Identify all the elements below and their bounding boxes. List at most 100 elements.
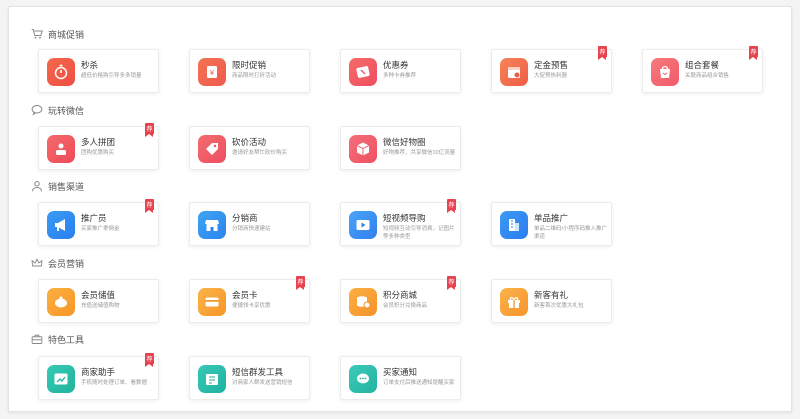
tool-card-title: 短视频导购	[383, 213, 426, 223]
coins-icon	[349, 288, 377, 316]
tool-card-title: 推广员	[81, 213, 107, 223]
sms-icon	[198, 365, 226, 393]
tool-card-title: 砍价活动	[232, 137, 267, 147]
section-title: 销售渠道	[31, 179, 84, 193]
tool-card[interactable]: 短视频导购短视频互动引导消费，记图片等多种类型 荐	[340, 199, 461, 246]
stopwatch-icon	[47, 58, 75, 86]
tool-card[interactable]: 短信群发工具对商家人群发送营销短信	[189, 356, 310, 400]
recommend-badge: 荐	[598, 46, 607, 60]
user-icon	[31, 180, 43, 192]
tool-card-description: 新客首次优惠大礼包	[534, 303, 584, 309]
tool-card[interactable]: ¥ 限时促销 商品限时打折活动	[189, 49, 310, 93]
section-title-text: 特色工具	[48, 334, 85, 345]
tool-card-title: 组合套餐	[685, 60, 720, 70]
tool-card-title: 微信好物圈	[383, 137, 426, 147]
bag-icon	[651, 58, 679, 86]
tool-card-description: 便捷领卡享优惠	[232, 303, 271, 309]
tool-card[interactable]: 定金预售大促预热利器 荐	[491, 46, 612, 93]
section-title: 会员营销	[31, 256, 84, 270]
tool-card-description: 邀请好友帮忙砍价购买	[232, 150, 288, 156]
calendar-icon	[500, 58, 528, 86]
tool-card-description: 订单支付后推送通知提醒买家	[383, 380, 455, 386]
group-user-icon	[47, 135, 75, 163]
tool-card[interactable]: 会员卡便捷领卡享优惠 荐	[189, 276, 310, 323]
cart-icon	[31, 28, 43, 40]
gift-icon	[500, 288, 528, 316]
section-title-text: 会员营销	[48, 258, 85, 269]
discount-tag-icon: ¥	[198, 58, 226, 86]
recommend-badge: 荐	[145, 353, 154, 367]
tool-card-description: 会员积分兑换商品	[383, 303, 428, 309]
tool-card-title: 多人拼团	[81, 137, 116, 147]
tool-card[interactable]: 积分商城会员积分兑换商品 荐	[340, 276, 461, 323]
tool-card-title: 单品推广	[534, 213, 569, 223]
tool-card-description: 超低价格购引导多多销量	[81, 73, 142, 79]
tool-card-description: 团购优惠购买	[81, 150, 115, 156]
tool-card-description: 手机随时处理订单、看数据	[81, 380, 148, 386]
tool-card[interactable]: 秒杀超低价格购引导多多销量	[38, 49, 159, 93]
tool-card-title: 定金预售	[534, 60, 569, 70]
bargain-tag-icon	[198, 135, 226, 163]
chat-icon	[31, 104, 43, 116]
tool-card-description: 短视频互动引导消费，记图片等多种类型	[383, 226, 455, 240]
chart-board-icon	[47, 365, 75, 393]
tool-card-description: 充值送储值购物	[81, 303, 120, 309]
tool-card[interactable]: 分销商分销商快速建站	[189, 202, 310, 246]
section-title: 特色工具	[31, 332, 84, 346]
tool-card-title: 新客有礼	[534, 290, 569, 300]
tool-card-title: 买家通知	[383, 367, 418, 377]
section-title-text: 玩转微信	[48, 105, 85, 116]
tool-card-title: 积分商城	[383, 290, 418, 300]
tool-card-title: 优惠券	[383, 60, 409, 70]
svg-text:¥: ¥	[210, 69, 215, 77]
tool-card-description: 买家推广拿佣金	[81, 226, 120, 232]
section-title-text: 销售渠道	[48, 181, 85, 192]
tool-card-title: 商家助手	[81, 367, 116, 377]
marketing-tools-panel: 商城促销 秒杀 超低价格购引导多多销量 ¥ 限时促销 商品限时打折活动 优惠券 多种卡券推荐定…	[8, 6, 792, 412]
recommend-badge: 荐	[447, 199, 456, 213]
section-title: 玩转微信	[31, 103, 84, 117]
tool-card-description: 大促预热利器	[534, 73, 568, 79]
recommend-badge: 荐	[749, 46, 758, 60]
store-icon	[198, 211, 226, 239]
tool-card[interactable]: 优惠券 多种卡券推荐	[340, 49, 461, 93]
cube-icon	[349, 135, 377, 163]
section-title-text: 商城促销	[48, 29, 85, 40]
tool-card-description: 分销商快速建站	[232, 226, 271, 232]
recommend-badge: 荐	[447, 276, 456, 290]
tool-card[interactable]: 多人拼团团购优惠购买 荐	[38, 123, 159, 170]
building-icon	[500, 211, 528, 239]
tool-card-description: 关联商品组合销售	[685, 73, 730, 79]
tool-card-description: 多种卡券推荐	[383, 73, 417, 79]
crown-icon	[31, 257, 43, 269]
tool-card[interactable]: 新客有礼新客首次优惠大礼包	[491, 279, 612, 323]
tool-card[interactable]: 微信好物圈好物推荐，共享微信10亿流量	[340, 126, 461, 170]
video-icon	[349, 211, 377, 239]
tool-card-title: 秒杀	[81, 60, 99, 70]
tool-card[interactable]: 推广员买家推广拿佣金 荐	[38, 199, 159, 246]
tool-card-title: 会员卡	[232, 290, 258, 300]
tool-card-title: 限时促销	[232, 60, 267, 70]
tool-card-title: 短信群发工具	[232, 367, 284, 377]
recommend-badge: 荐	[145, 199, 154, 213]
tool-card-description: 好物推荐，共享微信10亿流量	[383, 150, 456, 156]
tool-card[interactable]: 买家通知订单支付后推送通知提醒买家	[340, 356, 461, 400]
tool-card-description: 对商家人群发送营销短信	[232, 380, 293, 386]
recommend-badge: 荐	[145, 123, 154, 137]
message-bubble-icon	[349, 365, 377, 393]
recommend-badge: 荐	[296, 276, 305, 290]
tool-card[interactable]: 单品推广单品二维码/小程序码推入推广渠道	[491, 202, 612, 246]
tool-card[interactable]: 商家助手手机随时处理订单、看数据 荐	[38, 353, 159, 400]
tool-card[interactable]: 组合套餐关联商品组合销售 荐	[642, 46, 763, 93]
toolbox-icon	[31, 333, 43, 345]
member-card-icon	[198, 288, 226, 316]
tool-card-description: 单品二维码/小程序码推入推广渠道	[534, 226, 608, 240]
coupon-icon	[349, 58, 377, 86]
tool-card[interactable]: 会员储值充值送储值购物	[38, 279, 159, 323]
tool-card[interactable]: 砍价活动邀请好友帮忙砍价购买	[189, 126, 310, 170]
megaphone-icon	[47, 211, 75, 239]
tool-card-title: 分销商	[232, 213, 258, 223]
section-title: 商城促销	[31, 27, 84, 41]
tool-card-title: 会员储值	[81, 290, 116, 300]
piggy-bank-icon	[47, 288, 75, 316]
